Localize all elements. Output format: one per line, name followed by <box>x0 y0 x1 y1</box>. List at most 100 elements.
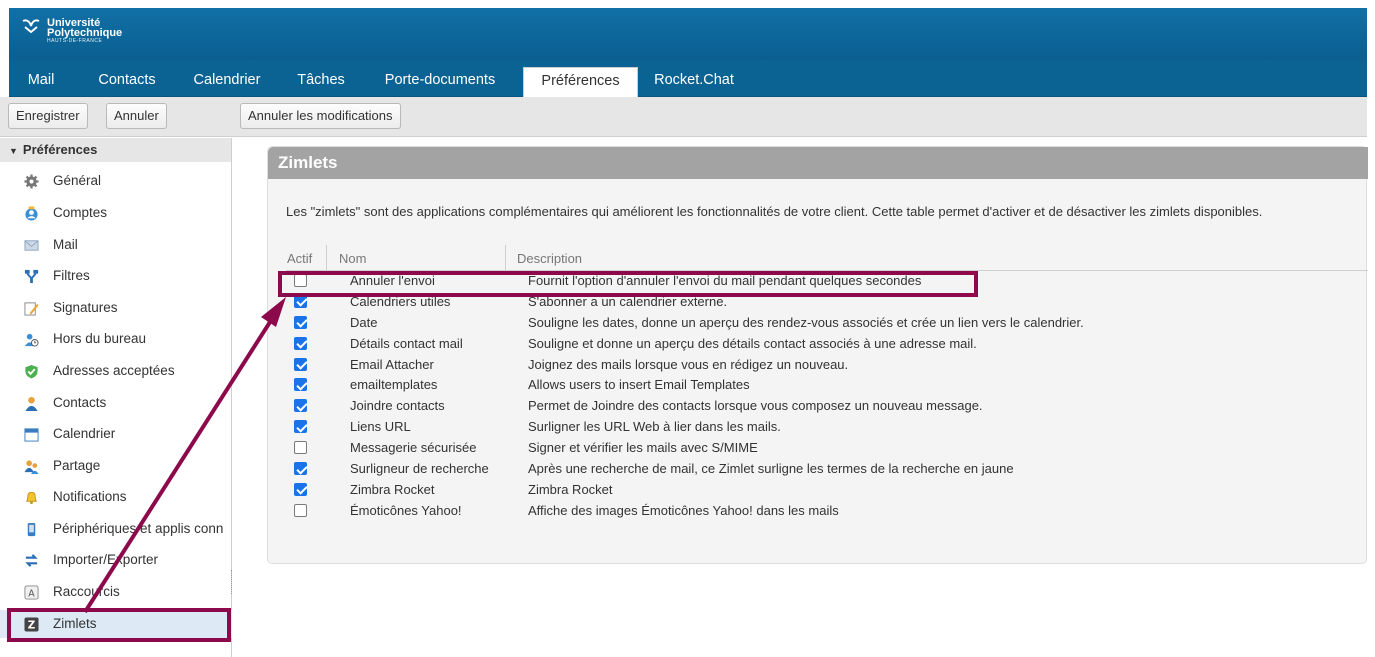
zimlet-active-checkbox[interactable] <box>294 420 307 434</box>
app-header: Université Polytechnique HAUTS-DE-FRANCE <box>9 8 1367 59</box>
table-row[interactable]: Liens URL Surligner les URL Web à lier da… <box>286 417 1368 438</box>
zimlet-active-checkbox[interactable] <box>294 399 307 413</box>
zimlet-name: Liens URL <box>350 419 411 435</box>
zimlet-active-checkbox[interactable] <box>294 357 307 371</box>
column-divider[interactable] <box>326 245 327 271</box>
sidebar-item-label: Hors du bureau <box>53 331 147 346</box>
sharing-icon <box>24 460 39 474</box>
accounts-icon <box>25 206 38 221</box>
zimlet-active-checkbox[interactable] <box>294 336 307 350</box>
tab-preferences[interactable]: Préférences <box>523 67 638 97</box>
sidebar-item-partage[interactable]: Partage <box>0 452 232 480</box>
bell-icon <box>26 491 37 505</box>
zimlets-panel: Zimlets Les "zimlets" sont des applicati… <box>267 146 1368 564</box>
sidebar-item-comptes[interactable]: Comptes <box>0 199 232 227</box>
sidebar-header[interactable]: ▼ Préférences <box>0 138 231 162</box>
table-row[interactable]: Émoticônes Yahoo! Affiche des images Émot… <box>286 501 1368 522</box>
table-header: Actif Nom Description <box>286 241 1368 271</box>
column-header-description[interactable]: Description <box>517 251 582 266</box>
main-content: Zimlets Les "zimlets" sont des applicati… <box>233 138 1368 657</box>
zimlet-active-checkbox[interactable] <box>294 462 307 476</box>
logo-line-2: Polytechnique <box>47 27 123 39</box>
sidebar-item-hors-du-bureau[interactable]: Hors du bureau <box>0 325 232 353</box>
zimlet-name: Surligneur de recherche <box>350 461 489 477</box>
zimlet-name: Email Attacher <box>350 356 434 372</box>
import-export-icon <box>25 554 38 567</box>
sidebar-item-label: Périphériques et applis conn <box>53 521 224 536</box>
undo-changes-button[interactable]: Annuler les modifications <box>240 103 401 129</box>
sidebar-item-filtres[interactable]: Filtres <box>0 262 232 290</box>
tab-mail[interactable]: Mail <box>15 69 67 97</box>
table-row[interactable]: Email Attacher Joignez des mails lorsque … <box>286 355 1368 376</box>
column-header-actif[interactable]: Actif <box>287 251 312 266</box>
zimlet-name: Joindre contacts <box>350 398 445 414</box>
university-logo[interactable]: Université Polytechnique HAUTS-DE-FRANCE <box>21 18 122 44</box>
sidebar-item-label: Signatures <box>53 300 118 315</box>
zimlet-description: Souligne et donne un aperçu des détails … <box>528 335 977 351</box>
shield-icon <box>25 364 38 379</box>
device-icon <box>27 522 36 537</box>
zimlet-description: Zimbra Rocket <box>528 481 613 497</box>
table-row[interactable]: Messagerie sécurisée Signer et vérifier l… <box>286 438 1368 459</box>
sidebar-item-label: Notifications <box>53 489 127 504</box>
tab-calendrier[interactable]: Calendrier <box>185 69 269 97</box>
zimlet-description: Surligner les URL Web à lier dans les ma… <box>528 419 781 435</box>
zimlet-active-checkbox[interactable] <box>294 503 307 517</box>
column-divider[interactable] <box>505 245 506 271</box>
preferences-sidebar: ▼ Préférences Général Comptes Mail Filtre… <box>0 138 232 657</box>
collapse-triangle-icon[interactable]: ▼ <box>9 146 18 156</box>
sidebar-item-peripheriques[interactable]: Périphériques et applis conn <box>0 515 232 543</box>
zimlet-name: Messagerie sécurisée <box>350 440 477 456</box>
table-row[interactable]: Surligneur de recherche Après une recherc… <box>286 459 1368 480</box>
table-row[interactable]: Date Souligne les dates, donne un aperçu … <box>286 313 1368 334</box>
zimlet-description: Souligne les dates, donne un aperçu des … <box>528 314 1084 330</box>
zimlet-description: Allows users to insert Email Templates <box>528 377 750 393</box>
table-row[interactable]: Joindre contacts Permet de Joindre des co… <box>286 396 1368 417</box>
sidebar-item-mail[interactable]: Mail <box>0 231 232 259</box>
sidebar-item-label: Calendrier <box>53 426 116 441</box>
highlight-sidebar-annotation <box>7 608 231 642</box>
sidebar-item-signatures[interactable]: Signatures <box>0 294 232 322</box>
zimlet-description: Affiche des images Émoticônes Yahoo! dan… <box>528 502 839 518</box>
tab-taches[interactable]: Tâches <box>291 69 351 97</box>
sidebar-item-notifications[interactable]: Notifications <box>0 483 232 511</box>
table-row[interactable]: Détails contact mail Souligne et donne un… <box>286 334 1368 355</box>
sidebar-item-label: Adresses acceptées <box>53 363 175 378</box>
sidebar-item-label: Filtres <box>53 268 90 283</box>
sidebar-item-label: Importer/Exporter <box>53 552 159 567</box>
zimlet-name: Détails contact mail <box>350 335 463 351</box>
sidebar-title: Préférences <box>22 142 98 157</box>
sidebar-item-adresses-acceptees[interactable]: Adresses acceptées <box>0 357 232 385</box>
zimlet-name: Zimbra Rocket <box>350 481 435 497</box>
tab-contacts[interactable]: Contacts <box>87 69 167 97</box>
out-of-office-icon <box>24 333 39 347</box>
panel-description: Les "zimlets" sont des applications comp… <box>286 204 1263 219</box>
cancel-button[interactable]: Annuler <box>106 103 167 129</box>
table-row[interactable]: Zimbra Rocket Zimbra Rocket <box>286 480 1368 501</box>
zimlet-name: Date <box>350 314 378 330</box>
tab-porte-documents[interactable]: Porte-documents <box>373 69 507 97</box>
sidebar-item-raccourcis[interactable]: A Raccourcis <box>0 578 232 606</box>
sidebar-item-importer-exporter[interactable]: Importer/Exporter <box>0 546 232 574</box>
sidebar-item-contacts[interactable]: Contacts <box>0 389 232 417</box>
save-button[interactable]: Enregistrer <box>8 103 88 129</box>
zimlet-description: Signer et vérifier les mails avec S/MIME <box>528 440 758 456</box>
panel-title: Zimlets <box>268 147 1368 179</box>
zimlet-active-checkbox[interactable] <box>294 482 307 496</box>
sidebar-item-calendrier[interactable]: Calendrier <box>0 420 232 448</box>
zimlet-active-checkbox[interactable] <box>294 315 307 329</box>
calendar-icon <box>24 428 39 442</box>
gear-icon <box>24 174 39 189</box>
app-tab-bar: Mail Contacts Calendrier Tâches Porte-do… <box>9 59 1367 97</box>
filter-icon <box>24 269 39 284</box>
contact-icon <box>25 396 38 411</box>
zimlet-name: emailtemplates <box>350 377 438 393</box>
highlight-row-annotation <box>278 271 978 297</box>
sidebar-item-general[interactable]: Général <box>0 167 232 195</box>
zimlet-active-checkbox[interactable] <box>294 441 307 455</box>
tab-rocket-chat[interactable]: Rocket.Chat <box>649 69 739 97</box>
mail-icon <box>24 240 39 251</box>
column-header-nom[interactable]: Nom <box>339 251 366 266</box>
table-row[interactable]: emailtemplates Allows users to insert Ema… <box>286 375 1368 396</box>
zimlet-active-checkbox[interactable] <box>294 378 307 392</box>
